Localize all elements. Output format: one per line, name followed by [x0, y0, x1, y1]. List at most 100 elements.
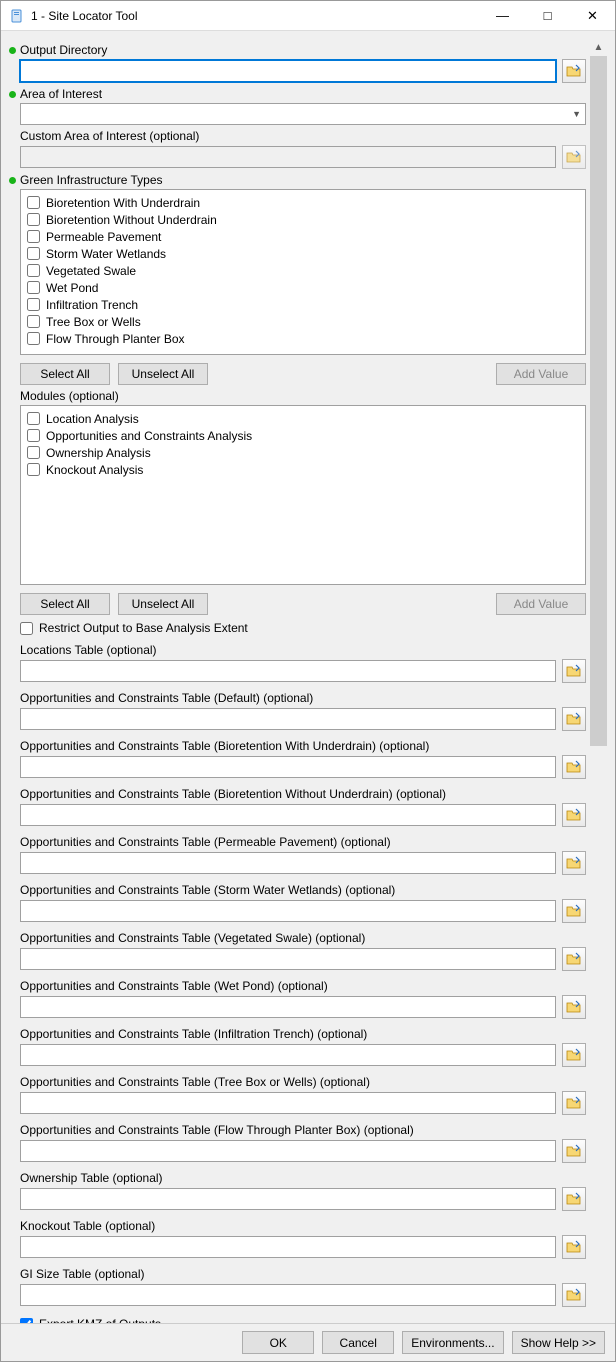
gi-type-checkbox[interactable]: [27, 332, 40, 345]
folder-open-icon: [566, 904, 582, 918]
table-browse-button[interactable]: [562, 659, 586, 683]
gi-types-label-row: Green Infrastructure Types: [9, 173, 586, 187]
gi-type-checkbox[interactable]: [27, 264, 40, 277]
scroll-up-arrow-icon[interactable]: ▲: [590, 39, 607, 56]
output-dir-browse-button[interactable]: [562, 59, 586, 83]
table-input[interactable]: [20, 756, 556, 778]
table-input[interactable]: [20, 804, 556, 826]
module-label: Ownership Analysis: [46, 446, 151, 460]
table-browse-button[interactable]: [562, 755, 586, 779]
table-label: Opportunities and Constraints Table (Per…: [20, 835, 391, 849]
module-label: Knockout Analysis: [46, 463, 143, 477]
modules-label-row: Modules (optional): [9, 389, 586, 403]
modules-listbox[interactable]: Location Analysis Opportunities and Cons…: [20, 405, 586, 585]
cancel-button[interactable]: Cancel: [322, 1331, 394, 1354]
output-dir-input[interactable]: [20, 60, 556, 82]
ok-button[interactable]: OK: [242, 1331, 314, 1354]
custom-aoi-input: [20, 146, 556, 168]
module-checkbox[interactable]: [27, 429, 40, 442]
gi-types-listbox[interactable]: Bioretention With Underdrain Bioretentio…: [20, 189, 586, 355]
table-label-row: Knockout Table (optional): [9, 1219, 586, 1233]
gi-type-label: Vegetated Swale: [46, 264, 136, 278]
table-browse-button[interactable]: [562, 1235, 586, 1259]
table-label-row: Opportunities and Constraints Table (Per…: [9, 835, 586, 849]
custom-aoi-label: Custom Area of Interest (optional): [20, 129, 199, 143]
modules-label: Modules (optional): [20, 389, 119, 403]
select-all-button[interactable]: Select All: [20, 593, 110, 615]
vertical-scrollbar[interactable]: ▲ ▼: [590, 39, 607, 1323]
module-checkbox[interactable]: [27, 446, 40, 459]
table-browse-button[interactable]: [562, 851, 586, 875]
table-browse-button[interactable]: [562, 1091, 586, 1115]
show-help-button[interactable]: Show Help >>: [512, 1331, 605, 1354]
table-browse-button[interactable]: [562, 1187, 586, 1211]
aoi-combo[interactable]: ▼: [20, 103, 586, 125]
table-input[interactable]: [20, 1284, 556, 1306]
table-label: Opportunities and Constraints Table (Bio…: [20, 787, 446, 801]
minimize-button[interactable]: —: [480, 1, 525, 31]
titlebar: 1 - Site Locator Tool — □ ✕: [1, 1, 615, 31]
table-browse-button[interactable]: [562, 947, 586, 971]
aoi-label-row: Area of Interest: [9, 87, 586, 101]
table-input[interactable]: [20, 900, 556, 922]
maximize-button[interactable]: □: [525, 1, 570, 31]
restrict-extent-checkbox[interactable]: [20, 622, 33, 635]
table-label: Opportunities and Constraints Table (Bio…: [20, 739, 429, 753]
table-browse-button[interactable]: [562, 1283, 586, 1307]
folder-open-icon: [566, 1096, 582, 1110]
table-input[interactable]: [20, 1092, 556, 1114]
add-value-button: Add Value: [496, 363, 586, 385]
gi-type-checkbox[interactable]: [27, 230, 40, 243]
list-item: Opportunities and Constraints Analysis: [27, 427, 579, 444]
table-browse-button[interactable]: [562, 995, 586, 1019]
table-input[interactable]: [20, 948, 556, 970]
module-checkbox[interactable]: [27, 412, 40, 425]
gi-type-checkbox[interactable]: [27, 247, 40, 260]
table-browse-button[interactable]: [562, 707, 586, 731]
table-browse-button[interactable]: [562, 803, 586, 827]
restrict-extent-label: Restrict Output to Base Analysis Extent: [39, 621, 248, 635]
environments-button[interactable]: Environments...: [402, 1331, 503, 1354]
module-checkbox[interactable]: [27, 463, 40, 476]
gi-type-checkbox[interactable]: [27, 315, 40, 328]
table-input[interactable]: [20, 1188, 556, 1210]
gi-type-checkbox[interactable]: [27, 281, 40, 294]
table-label-row: Opportunities and Constraints Table (Tre…: [9, 1075, 586, 1089]
table-input[interactable]: [20, 1236, 556, 1258]
folder-open-icon: [566, 1288, 582, 1302]
module-label: Location Analysis: [46, 412, 139, 426]
folder-open-icon: [566, 1144, 582, 1158]
scrollbar-thumb[interactable]: [590, 56, 607, 746]
gi-type-checkbox[interactable]: [27, 196, 40, 209]
tool-window: 1 - Site Locator Tool — □ ✕ Output Direc…: [0, 0, 616, 1362]
table-input[interactable]: [20, 1140, 556, 1162]
table-label: Opportunities and Constraints Table (Sto…: [20, 883, 395, 897]
output-dir-label-row: Output Directory: [9, 43, 586, 57]
gi-type-label: Flow Through Planter Box: [46, 332, 185, 346]
gi-type-checkbox[interactable]: [27, 298, 40, 311]
list-item: Ownership Analysis: [27, 444, 579, 461]
custom-aoi-label-row: Custom Area of Interest (optional): [9, 129, 586, 143]
list-item: Permeable Pavement: [27, 228, 579, 245]
table-label-row: Opportunities and Constraints Table (Veg…: [9, 931, 586, 945]
unselect-all-button[interactable]: Unselect All: [118, 593, 208, 615]
table-input[interactable]: [20, 996, 556, 1018]
gi-type-checkbox[interactable]: [27, 213, 40, 226]
export-kmz-checkbox[interactable]: [20, 1318, 33, 1324]
export-kmz-label: Export KMZ of Outputs: [39, 1317, 161, 1323]
table-label: Opportunities and Constraints Table (Tre…: [20, 1075, 370, 1089]
table-browse-button[interactable]: [562, 899, 586, 923]
table-label: Locations Table (optional): [20, 643, 157, 657]
table-browse-button[interactable]: [562, 1139, 586, 1163]
table-label: Opportunities and Constraints Table (Wet…: [20, 979, 328, 993]
table-input[interactable]: [20, 1044, 556, 1066]
close-button[interactable]: ✕: [570, 1, 615, 31]
table-input[interactable]: [20, 852, 556, 874]
select-all-button[interactable]: Select All: [20, 363, 110, 385]
unselect-all-button[interactable]: Unselect All: [118, 363, 208, 385]
table-label-row: Opportunities and Constraints Table (Flo…: [9, 1123, 586, 1137]
custom-aoi-browse-button[interactable]: [562, 145, 586, 169]
table-input[interactable]: [20, 708, 556, 730]
table-browse-button[interactable]: [562, 1043, 586, 1067]
table-input[interactable]: [20, 660, 556, 682]
